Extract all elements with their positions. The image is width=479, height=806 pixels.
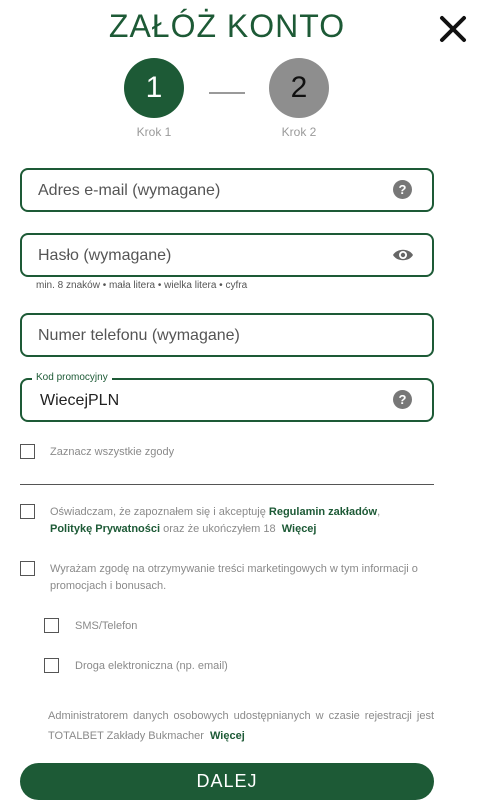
password-field-container	[20, 233, 434, 277]
close-icon[interactable]	[436, 12, 470, 46]
select-all-label: Zaznacz wszystkie zgody	[50, 446, 175, 458]
terms-comma: ,	[377, 506, 381, 518]
step-1-number: 1	[145, 71, 163, 104]
step-2-number: 2	[290, 71, 308, 104]
step-1-indicator: 1	[124, 58, 184, 118]
phone-field-container	[20, 313, 434, 357]
terms-suffix: oraz że ukończyłem 18	[163, 523, 276, 535]
select-all-checkbox[interactable]	[20, 444, 35, 459]
next-button[interactable]: DALEJ	[20, 763, 434, 800]
admin-more-link[interactable]: Więcej	[210, 730, 245, 742]
marketing-consent-text: Wyrażam zgodę na otrzymywanie treści mar…	[50, 563, 418, 592]
privacy-link[interactable]: Politykę Prywatności	[50, 523, 160, 535]
admin-note: Administratorem danych osobowych udostęp…	[48, 706, 434, 746]
marketing-checkbox[interactable]	[20, 561, 35, 576]
divider	[20, 484, 434, 485]
terms-link[interactable]: Regulamin zakładów	[269, 506, 377, 518]
password-hint: min. 8 znaków • mała litera • wielka lit…	[36, 280, 248, 291]
step-1-label: Krok 1	[136, 125, 172, 139]
terms-consent-text: Oświadczam, że zapoznałem się i akceptuj…	[50, 504, 434, 538]
step-2-indicator: 2	[269, 58, 329, 118]
sms-checkbox[interactable]	[44, 618, 59, 633]
page-title: ZAŁÓŻ KONTO	[108, 8, 346, 44]
terms-more-link[interactable]: Więcej	[282, 523, 317, 535]
promo-field-container: Kod promocyjny ?	[20, 372, 434, 422]
eye-icon[interactable]	[392, 247, 414, 263]
email-consent-checkbox[interactable]	[44, 658, 59, 673]
email-field[interactable]	[36, 170, 380, 212]
phone-field[interactable]	[36, 315, 380, 357]
step-separator	[209, 92, 245, 94]
email-field-container: ?	[20, 168, 434, 212]
email-help-icon[interactable]: ?	[393, 180, 412, 199]
step-2-label: Krok 2	[281, 125, 317, 139]
sms-label: SMS/Telefon	[75, 620, 138, 632]
promo-code-input[interactable]	[38, 380, 382, 422]
promo-help-icon[interactable]: ?	[393, 390, 412, 409]
terms-checkbox[interactable]	[20, 504, 35, 519]
password-field[interactable]	[36, 235, 380, 277]
terms-prefix: Oświadczam, że zapoznałem się i akceptuj…	[50, 506, 266, 518]
email-consent-label: Droga elektroniczna (np. email)	[75, 660, 228, 672]
